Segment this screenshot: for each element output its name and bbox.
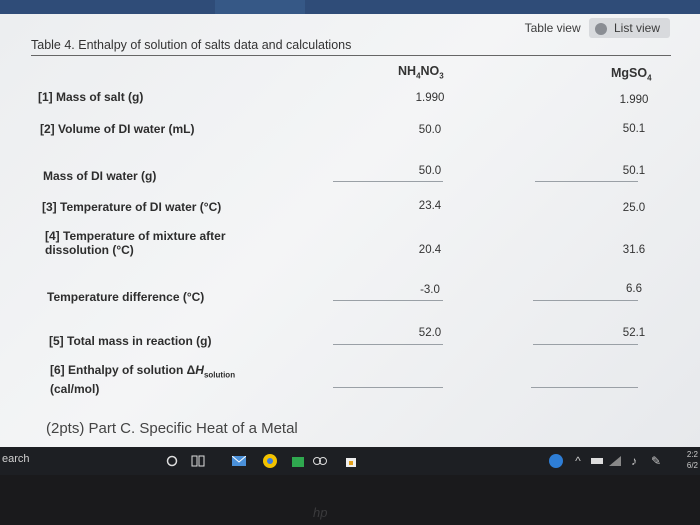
view-toggle[interactable]: Table view List view xyxy=(525,18,670,38)
input-underline xyxy=(333,300,443,301)
chevron-up-icon[interactable]: ^ xyxy=(570,453,586,469)
input-mass-water-mgso4[interactable]: 50.1 xyxy=(604,165,664,177)
cell-temp-mixture-mgso4: 31.6 xyxy=(622,244,646,256)
enthalpy-input-mgso4[interactable] xyxy=(531,387,638,388)
toggle-knob-icon[interactable] xyxy=(594,22,607,35)
row-label-total-mass: [5] Total mass in reaction (g) xyxy=(49,334,212,348)
cell-volume-nh4no3: 50.0 xyxy=(418,124,442,136)
input-underline xyxy=(533,300,638,301)
mail-icon[interactable] xyxy=(231,453,247,469)
input-temp-diff-mgso4[interactable]: 6.6 xyxy=(604,283,664,295)
list-view-option[interactable]: List view xyxy=(588,18,670,38)
taskbar-clock[interactable]: 2:2 6/2 xyxy=(687,449,698,471)
volume-icon[interactable]: ♪ xyxy=(626,453,642,469)
table-title: Table 4. Enthalpy of solution of salts d… xyxy=(31,38,352,52)
browser-tab-highlight xyxy=(215,0,305,14)
title-divider xyxy=(31,55,671,56)
cell-mass-salt-mgso4: 1.990 xyxy=(619,94,649,106)
cell-temp-mixture-nh4no3: 20.4 xyxy=(418,244,442,256)
chrome-icon[interactable] xyxy=(262,453,278,469)
cell-mass-salt-nh4no3: 1.990 xyxy=(415,92,445,104)
connect-icon[interactable] xyxy=(312,453,328,469)
cell-temp-water-nh4no3: 23.4 xyxy=(418,200,442,212)
pen-icon[interactable]: ✎ xyxy=(648,453,664,469)
help-icon[interactable] xyxy=(548,453,564,469)
input-mass-water-nh4no3[interactable]: 50.0 xyxy=(400,165,460,177)
hp-logo: hp xyxy=(313,505,328,520)
enthalpy-input-nh4no3[interactable] xyxy=(333,387,443,388)
page-content: Table view List view Table 4. Enthalpy o… xyxy=(0,14,700,447)
row-label-mass-di-water: Mass of DI water (g) xyxy=(43,169,157,183)
row-label-temp-di-water: [3] Temperature of DI water (°C) xyxy=(42,200,222,214)
row-label-enthalpy: [6] Enthalpy of solution ΔHsolution (cal… xyxy=(50,363,236,397)
monitor-bezel: hp xyxy=(0,475,700,525)
section-heading-part-c: (2pts) Part C. Specific Heat of a Metal xyxy=(46,420,298,437)
column-header-mgso4: MgSO4 xyxy=(611,66,652,83)
task-view-icon[interactable] xyxy=(190,453,206,469)
taskbar: earch ^ ♪ ✎ 2:2 6/2 xyxy=(0,447,700,475)
list-view-label[interactable]: List view xyxy=(614,21,660,35)
browser-top-bar xyxy=(0,0,700,14)
input-underline xyxy=(535,181,638,182)
input-underline xyxy=(533,344,638,345)
input-underline xyxy=(333,181,443,182)
table-view-label[interactable]: Table view xyxy=(525,21,581,35)
cell-volume-mgso4: 50.1 xyxy=(622,123,646,135)
input-temp-diff-nh4no3[interactable]: -3.0 xyxy=(400,284,460,296)
cell-temp-water-mgso4: 25.0 xyxy=(622,202,646,214)
row-label-temp-difference: Temperature difference (°C) xyxy=(47,290,205,304)
wifi-icon[interactable] xyxy=(607,453,623,469)
column-header-nh4no3: NH4NO3 xyxy=(398,64,444,81)
row-label-mass-of-salt: [1] Mass of salt (g) xyxy=(38,90,144,104)
cortana-icon[interactable] xyxy=(164,453,180,469)
input-total-mass-mgso4[interactable]: 52.1 xyxy=(604,327,664,339)
input-underline xyxy=(333,344,443,345)
store-icon[interactable] xyxy=(290,453,306,469)
taskbar-search[interactable]: earch xyxy=(0,453,142,469)
row-label-temp-mixture: [4] Temperature of mixture after dissolu… xyxy=(45,229,226,257)
input-total-mass-nh4no3[interactable]: 52.0 xyxy=(400,327,460,339)
battery-icon[interactable] xyxy=(589,453,605,469)
row-label-volume-di-water: [2] Volume of DI water (mL) xyxy=(40,122,195,136)
store-bag-icon[interactable] xyxy=(343,453,359,469)
